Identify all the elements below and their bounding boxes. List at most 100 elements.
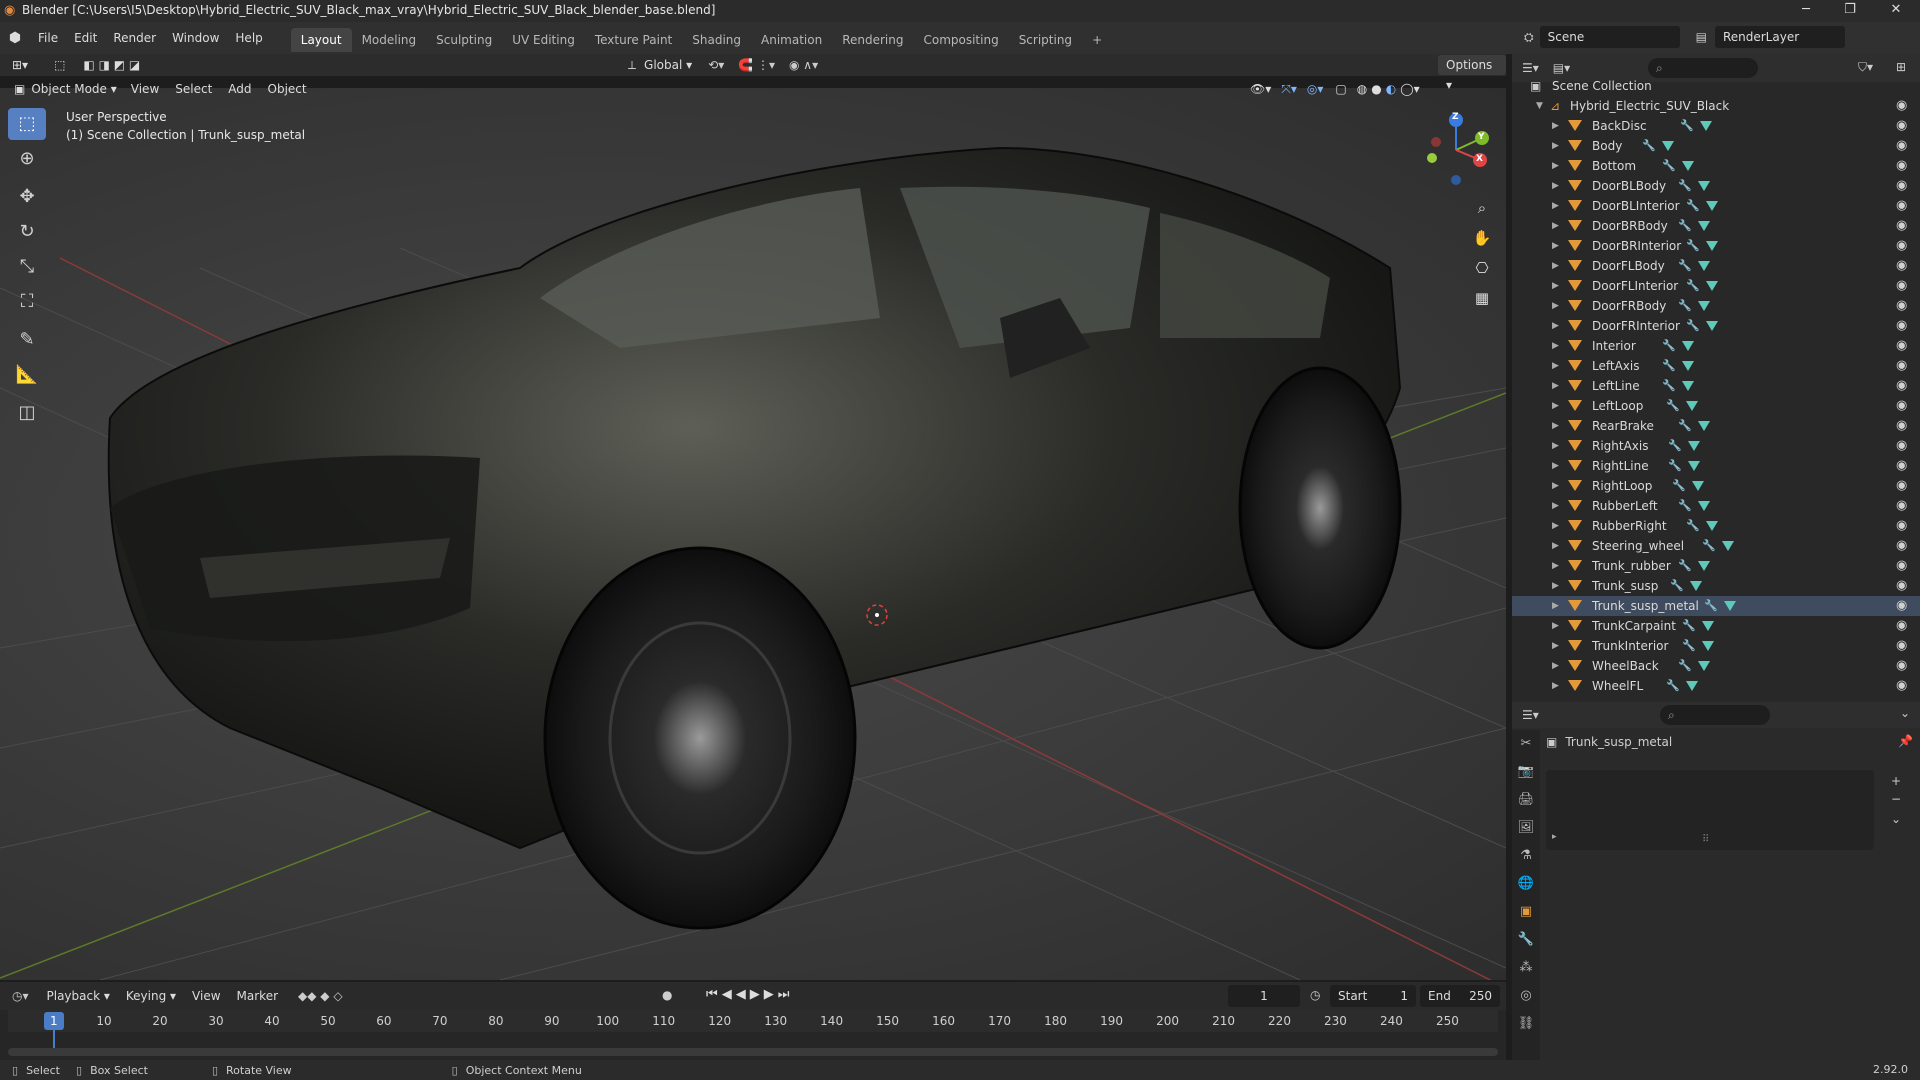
modifier-wrench-icon[interactable]: 🔧 (1678, 556, 1692, 576)
expand-arrow-icon[interactable]: ▶ (1552, 116, 1559, 136)
select-box-tool-icon[interactable]: ⬚ (8, 108, 46, 140)
tab-shading[interactable]: Shading (682, 28, 751, 52)
visibility-eye-icon[interactable]: ◉ (1896, 396, 1907, 416)
overlay-toggle-icon[interactable]: ◎▾ (1307, 82, 1324, 96)
selection-modes-icon[interactable]: ◧ ◨ ◩ ◪ (83, 58, 140, 72)
expand-arrow-icon[interactable]: ▶ (1552, 436, 1559, 456)
mesh-data-icon[interactable] (1700, 121, 1712, 131)
outliner-editor-icon[interactable]: ☰▾ (1522, 61, 1539, 75)
mesh-data-icon[interactable] (1706, 241, 1718, 251)
visibility-eye-icon[interactable]: ◉ (1896, 216, 1907, 236)
mesh-data-icon[interactable] (1702, 641, 1714, 651)
remove-slot-button[interactable]: − (1886, 792, 1906, 806)
visibility-eye-icon[interactable]: ◉ (1896, 236, 1907, 256)
mesh-data-icon[interactable] (1688, 441, 1700, 451)
visibility-eye-icon[interactable]: ◉ (1896, 456, 1907, 476)
outliner-item[interactable]: ▶ DoorFRInterior 🔧 ◉ (1512, 316, 1920, 336)
expand-arrow-icon[interactable]: ▶ (1552, 656, 1559, 676)
outliner-item[interactable]: ▶ TrunkCarpaint 🔧 ◉ (1512, 616, 1920, 636)
menu-file[interactable]: File (30, 22, 66, 54)
visibility-eye-icon[interactable]: ◉ (1896, 376, 1907, 396)
tab-compositing[interactable]: Compositing (913, 28, 1008, 52)
outliner-item[interactable]: ▶ Body 🔧 ◉ (1512, 136, 1920, 156)
expand-arrow-icon[interactable]: ▶ (1552, 316, 1559, 336)
expand-arrow-icon[interactable]: ▶ (1552, 216, 1559, 236)
camera-view-icon[interactable]: ⎔ (1468, 254, 1496, 282)
world-properties-tab-icon[interactable]: 🌐 (1512, 870, 1540, 898)
outliner-item[interactable]: ▶ RightLoop 🔧 ◉ (1512, 476, 1920, 496)
visibility-eye-icon[interactable]: ◉ (1896, 156, 1907, 176)
transform-tool-icon[interactable]: ⛶ (8, 286, 46, 318)
expand-arrow-icon[interactable]: ▶ (1552, 236, 1559, 256)
modifier-wrench-icon[interactable]: 🔧 (1686, 516, 1700, 536)
expand-arrow-icon[interactable]: ▶ (1552, 396, 1559, 416)
modifier-wrench-icon[interactable]: 🔧 (1668, 436, 1682, 456)
timeline-scrollbar[interactable] (8, 1048, 1498, 1056)
move-tool-icon[interactable]: ✥ (8, 181, 46, 213)
suv-model[interactable] (107, 146, 1402, 930)
mesh-data-icon[interactable] (1682, 381, 1694, 391)
close-button[interactable]: ✕ (1876, 0, 1916, 22)
outliner-item[interactable]: ▶ WheelBack 🔧 ◉ (1512, 656, 1920, 676)
modifier-wrench-icon[interactable]: 🔧 (1682, 636, 1696, 656)
expand-arrow-icon[interactable]: ▶ (1552, 676, 1559, 696)
display-mode-icon[interactable]: ▤▾ (1553, 61, 1570, 75)
visibility-eye-icon[interactable]: ◉ (1896, 336, 1907, 356)
expand-arrow-icon[interactable]: ▶ (1552, 456, 1559, 476)
modifier-properties-tab-icon[interactable]: 🔧 (1512, 926, 1540, 954)
visibility-eye-icon[interactable]: ◉ (1896, 436, 1907, 456)
outliner-item[interactable]: ▶ RightAxis 🔧 ◉ (1512, 436, 1920, 456)
outliner-item[interactable]: ▶ Trunk_rubber 🔧 ◉ (1512, 556, 1920, 576)
expand-arrow-icon[interactable]: ▶ (1552, 616, 1559, 636)
visibility-eye-icon[interactable]: ◉ (1896, 476, 1907, 496)
outliner-item[interactable]: ▶ Interior 🔧 ◉ (1512, 336, 1920, 356)
modifier-wrench-icon[interactable]: 🔧 (1662, 156, 1676, 176)
expand-arrow-icon[interactable]: ▶ (1552, 136, 1559, 156)
expand-arrow-icon[interactable]: ▶ (1552, 156, 1559, 176)
menu-help[interactable]: Help (227, 22, 270, 54)
outliner-item[interactable]: ▶ TrunkInterior 🔧 ◉ (1512, 636, 1920, 656)
outliner-search-input[interactable]: ⌕ (1648, 58, 1758, 78)
properties-options-icon[interactable]: ⌄ (1900, 706, 1910, 720)
timeline-editor-icon[interactable]: ◷▾ (12, 989, 29, 1003)
mesh-data-icon[interactable] (1706, 321, 1718, 331)
measure-tool-icon[interactable]: 📐 (8, 359, 46, 391)
modifier-wrench-icon[interactable]: 🔧 (1666, 396, 1680, 416)
mesh-data-icon[interactable] (1688, 461, 1700, 471)
outliner-item[interactable]: ▶ LeftLoop 🔧 ◉ (1512, 396, 1920, 416)
tab-rendering[interactable]: Rendering (832, 28, 913, 52)
modifier-wrench-icon[interactable]: 🔧 (1662, 356, 1676, 376)
expand-arrow-icon[interactable]: ▶ (1552, 376, 1559, 396)
outliner-collection-row[interactable]: ▼ ⊿ Hybrid_Electric_SUV_Black ◉ (1512, 96, 1920, 116)
modifier-wrench-icon[interactable]: 🔧 (1678, 416, 1692, 436)
mesh-data-icon[interactable] (1682, 341, 1694, 351)
proportional-edit-icon[interactable]: ◉ ∧▾ (789, 58, 818, 72)
tab-sculpting[interactable]: Sculpting (426, 28, 502, 52)
select-mode-icon[interactable]: ⬚ (54, 58, 65, 72)
mesh-data-icon[interactable] (1706, 521, 1718, 531)
visibility-eye-icon[interactable]: ◉ (1896, 656, 1907, 676)
outliner-item[interactable]: ▶ DoorBRBody 🔧 ◉ (1512, 216, 1920, 236)
visibility-eye-icon[interactable]: ◉ (1896, 116, 1907, 136)
modifier-wrench-icon[interactable]: 🔧 (1670, 576, 1684, 596)
viewport-menu-object[interactable]: Object (260, 78, 315, 100)
physics-properties-tab-icon[interactable]: ◎ (1512, 982, 1540, 1010)
outliner-scene-collection[interactable]: ▣ Scene Collection (1512, 76, 1920, 96)
outliner-item[interactable]: ▶ WheelFL 🔧 ◉ (1512, 676, 1920, 696)
visibility-eye-icon[interactable]: ◉ (1896, 176, 1907, 196)
modifier-wrench-icon[interactable]: 🔧 (1668, 456, 1682, 476)
outliner-item[interactable]: ▶ RightLine 🔧 ◉ (1512, 456, 1920, 476)
filter-icon[interactable]: ⛉▾ (1858, 60, 1873, 75)
modifier-wrench-icon[interactable]: 🔧 (1686, 316, 1700, 336)
mesh-data-icon[interactable] (1682, 161, 1694, 171)
visibility-eye-icon[interactable]: ◉ (1896, 196, 1907, 216)
modifier-wrench-icon[interactable]: 🔧 (1662, 376, 1676, 396)
modifier-wrench-icon[interactable]: 🔧 (1702, 536, 1716, 556)
scale-tool-icon[interactable]: ⤡ (8, 251, 46, 283)
expand-arrow-icon[interactable]: ▶ (1552, 556, 1559, 576)
mesh-data-icon[interactable] (1698, 501, 1710, 511)
rotate-tool-icon[interactable]: ↻ (8, 216, 46, 248)
expand-arrow-icon[interactable]: ▶ (1552, 636, 1559, 656)
visibility-eye-icon[interactable]: ◉ (1896, 636, 1907, 656)
collection-visibility-eye-icon[interactable]: ◉ (1896, 96, 1907, 116)
